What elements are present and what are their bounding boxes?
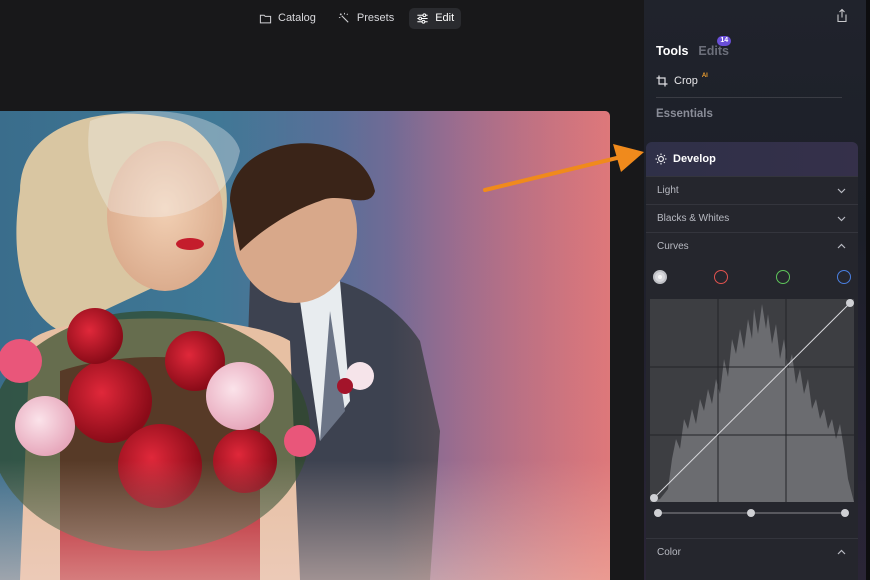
tab-edits[interactable]: Edits 14 bbox=[698, 36, 732, 58]
crop-icon bbox=[656, 75, 668, 87]
top-bar: Catalog Presets Edit bbox=[0, 0, 870, 34]
slider-handle-right bbox=[841, 509, 849, 517]
panel-tabs: Tools Edits 14 bbox=[656, 36, 732, 58]
develop-header[interactable]: Develop bbox=[646, 142, 858, 176]
sun-icon bbox=[655, 153, 667, 165]
edits-count-badge: 14 bbox=[717, 36, 732, 46]
curve-range-slider[interactable] bbox=[654, 508, 849, 518]
curve-black-point bbox=[650, 494, 658, 502]
tab-edits-label: Edits bbox=[698, 44, 729, 58]
green-channel-button[interactable] bbox=[776, 270, 790, 284]
section-light[interactable]: Light bbox=[646, 176, 858, 204]
catalog-label: Catalog bbox=[278, 12, 316, 24]
chevron-down-icon bbox=[837, 188, 846, 194]
luminance-channel-button[interactable] bbox=[653, 270, 667, 284]
curve-channel-selector bbox=[646, 270, 858, 288]
tab-tools[interactable]: Tools bbox=[656, 44, 688, 58]
sparkle-icon bbox=[338, 12, 349, 23]
crop-tool[interactable]: Crop AI bbox=[656, 73, 708, 87]
catalog-button[interactable]: Catalog bbox=[252, 8, 323, 29]
folder-icon bbox=[259, 14, 272, 23]
section-curves-label: Curves bbox=[657, 241, 689, 252]
section-light-label: Light bbox=[657, 185, 679, 196]
edit-button[interactable]: Edit bbox=[409, 7, 462, 29]
crop-label: Crop bbox=[674, 75, 698, 87]
section-color-label: Color bbox=[657, 547, 681, 558]
slider-handle-mid bbox=[747, 509, 755, 517]
red-channel-button[interactable] bbox=[714, 270, 728, 284]
slider-handle-left bbox=[654, 509, 662, 517]
divider bbox=[656, 97, 842, 98]
develop-card: Develop Light Blacks & Whites Curves Col… bbox=[646, 142, 858, 580]
section-blacks-whites[interactable]: Blacks & Whites bbox=[646, 204, 858, 232]
section-curves[interactable]: Curves bbox=[646, 232, 858, 260]
share-icon[interactable] bbox=[834, 8, 850, 24]
window-edge bbox=[866, 0, 870, 580]
develop-label: Develop bbox=[673, 153, 716, 165]
presets-button[interactable]: Presets bbox=[331, 8, 401, 29]
sliders-icon bbox=[417, 12, 428, 24]
essentials-heading[interactable]: Essentials bbox=[656, 108, 713, 120]
section-blacks-whites-label: Blacks & Whites bbox=[657, 213, 730, 224]
ai-badge: AI bbox=[701, 73, 708, 79]
blue-channel-button[interactable] bbox=[837, 270, 851, 284]
section-color[interactable]: Color bbox=[646, 538, 858, 566]
chevron-up-icon bbox=[837, 243, 846, 249]
top-navigation: Catalog Presets Edit bbox=[252, 7, 462, 29]
curve-white-point bbox=[846, 299, 854, 307]
annotation-arrow bbox=[483, 144, 644, 192]
edit-label: Edit bbox=[435, 12, 455, 24]
tone-curve-editor[interactable] bbox=[650, 299, 854, 502]
presets-label: Presets bbox=[356, 12, 395, 24]
chevron-down-icon bbox=[837, 216, 846, 222]
chevron-up-icon bbox=[837, 549, 846, 555]
